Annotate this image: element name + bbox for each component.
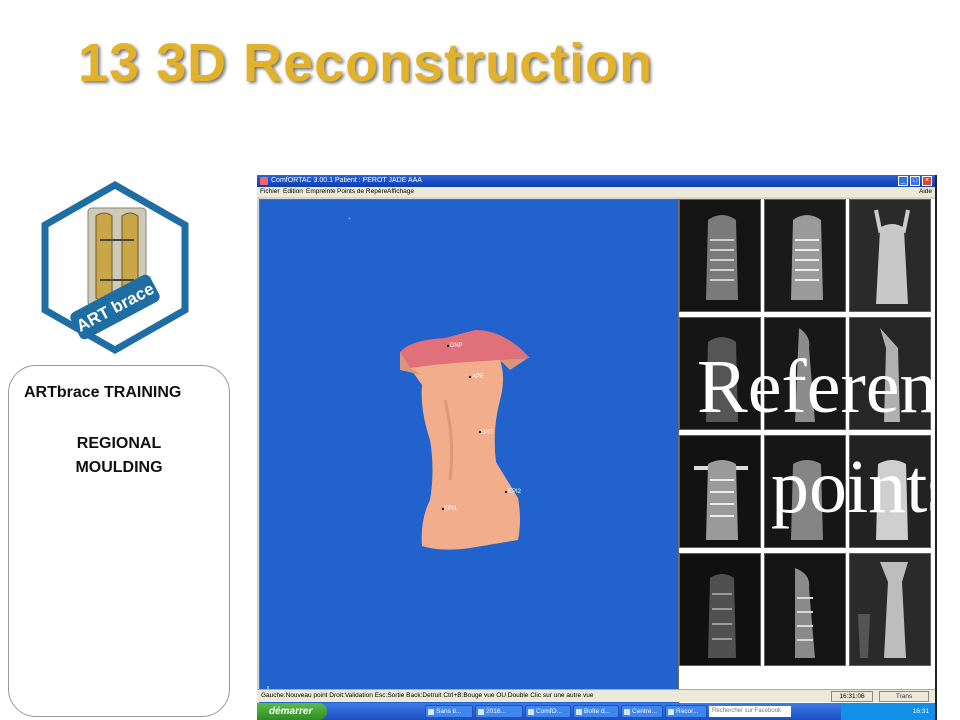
taskbar-clock: 16:31: [912, 708, 929, 715]
slide-title: 13 3D Reconstruction: [78, 33, 654, 93]
thumbnail-image[interactable]: [679, 435, 761, 548]
svg-text:+: +: [348, 216, 351, 222]
taskbar-item[interactable]: Boîte d...: [573, 705, 619, 718]
training-sub-line2: MOULDING: [75, 459, 163, 476]
taskbar-item[interactable]: Centre...: [621, 705, 663, 718]
taskbar-item[interactable]: Sans ti...: [425, 705, 473, 718]
overlay-text-reference: Referen: [697, 345, 935, 429]
window-icon: [668, 709, 674, 715]
landmark-epit: EPIT: [480, 430, 494, 436]
start-button[interactable]: démarrer: [257, 703, 327, 720]
thumbnail-image[interactable]: [679, 553, 761, 666]
3d-viewport[interactable]: + DNP APE EPIT EPI2 EPI1: [259, 199, 679, 709]
thumbnail-image[interactable]: [764, 553, 846, 666]
torso-model[interactable]: + DNP APE EPIT EPI2 EPI1: [260, 200, 678, 708]
overlay-text-points: points: [771, 445, 935, 529]
app-window: ComfORTAC 3.00.1 Patient : PEROT JADE AA…: [257, 175, 935, 720]
window-icon: [624, 709, 630, 715]
menu-edition[interactable]: Edition: [283, 187, 303, 197]
folder-icon: [478, 709, 484, 715]
training-title: ARTbrace TRAINING: [24, 384, 182, 401]
close-icon[interactable]: ×: [922, 176, 932, 186]
app-icon: [528, 709, 534, 715]
thumbnail-image[interactable]: [764, 199, 846, 312]
menubar: Fichier Edition Empreinte Points de Repè…: [257, 187, 935, 197]
taskbar-search-input[interactable]: Rechercher sur Facebook: [709, 706, 791, 717]
menu-empreinte[interactable]: Empreinte: [306, 187, 336, 197]
landmark-epi1: EPI1: [444, 506, 458, 512]
taskbar-item[interactable]: ComfO...: [525, 705, 571, 718]
menu-aide[interactable]: Aide: [919, 187, 932, 197]
window-title: ComfORTAC 3.00.1 Patient : PEROT JADE AA…: [271, 177, 422, 184]
mail-icon: [576, 709, 582, 715]
landmark-epi2: EPI2: [508, 489, 522, 495]
maximize-icon[interactable]: □: [910, 176, 920, 186]
window-titlebar: ComfORTAC 3.00.1 Patient : PEROT JADE AA…: [257, 175, 935, 187]
status-mode: Trans: [879, 691, 929, 702]
landmark-ape: APE: [472, 374, 484, 380]
training-sub-line1: REGIONAL: [76, 435, 162, 452]
window-icon: [428, 709, 434, 715]
status-instructions: Gauche:Nouveau point Droit:Validation Es…: [261, 692, 594, 699]
taskbar-item[interactable]: Recor...: [665, 705, 707, 718]
landmark-dnp: DNP: [450, 343, 463, 349]
camera-thumbnails: Referen points: [679, 199, 935, 709]
thumbnail-image[interactable]: [849, 553, 931, 666]
app-icon: [260, 177, 268, 185]
statusbar: Gauche:Nouveau point Droit:Validation Es…: [257, 689, 935, 702]
training-box: ARTbrace TRAINING REGIONAL MOULDING: [8, 365, 230, 717]
minimize-icon[interactable]: _: [898, 176, 908, 186]
system-tray: 16:31: [841, 703, 935, 720]
menu-affichage[interactable]: Affichage: [387, 187, 414, 197]
artbrace-logo: ART brace: [41, 180, 189, 355]
taskbar-item[interactable]: 2016...: [475, 705, 523, 718]
thumbnail-image[interactable]: [849, 199, 931, 312]
windows-taskbar: démarrer Sans ti... 2016... ComfO... Boî…: [257, 703, 935, 720]
training-subtitle: REGIONAL MOULDING: [9, 432, 229, 480]
thumbnail-image[interactable]: [679, 199, 761, 312]
right-edge: [935, 175, 960, 720]
status-time: 16:31:06: [831, 691, 873, 702]
menu-fichier[interactable]: Fichier: [260, 187, 280, 197]
menu-points-de-repere[interactable]: Points de Repère: [337, 187, 387, 197]
